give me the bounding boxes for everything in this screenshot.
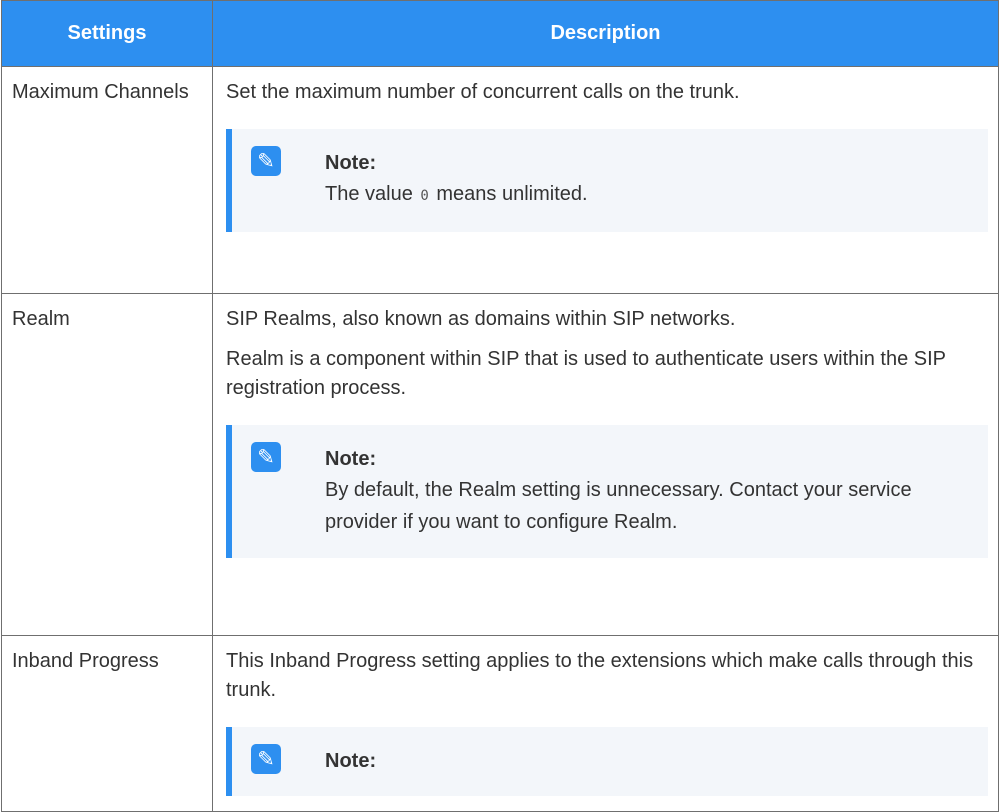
note-box: ✎ Note: The value 0 means unlimited. (226, 129, 988, 232)
note-box: ✎ Note: (226, 727, 988, 796)
description-text: This Inband Progress setting applies to … (226, 650, 974, 701)
pencil-note-icon: ✎ (251, 744, 281, 774)
note-body: The value 0 means unlimited. (325, 178, 972, 212)
pencil-note-icon: ✎ (251, 146, 281, 176)
header-row: Settings Description (1, 0, 999, 67)
setting-name: Maximum Channels (1, 66, 213, 294)
description-column-header: Description (212, 0, 999, 67)
setting-description: SIP Realms, also known as domains within… (212, 293, 999, 636)
value-code: 0 (420, 188, 429, 204)
note-box: ✎ Note: By default, the Realm setting is… (226, 425, 988, 558)
note-title: Note: (325, 152, 377, 174)
settings-table: Settings Description Maximum Channels Se… (1, 0, 999, 812)
note-text-after: means unlimited. (430, 183, 588, 205)
note-body: By default, the Realm setting is unneces… (325, 479, 912, 533)
pencil-note-icon: ✎ (251, 442, 281, 472)
description-text: Set the maximum number of concurrent cal… (226, 81, 740, 103)
description-text: Realm is a component within SIP that is … (226, 348, 946, 399)
description-text: SIP Realms, also known as domains within… (226, 308, 736, 330)
setting-name: Realm (1, 293, 213, 636)
note-title: Note: (325, 448, 377, 470)
table-row: Maximum Channels Set the maximum number … (1, 66, 999, 294)
table-row: Realm SIP Realms, also known as domains … (1, 293, 999, 636)
note-text-before: The value (325, 183, 419, 205)
note-title: Note: (325, 750, 377, 772)
settings-column-header: Settings (1, 0, 213, 67)
setting-description: Set the maximum number of concurrent cal… (212, 66, 999, 294)
